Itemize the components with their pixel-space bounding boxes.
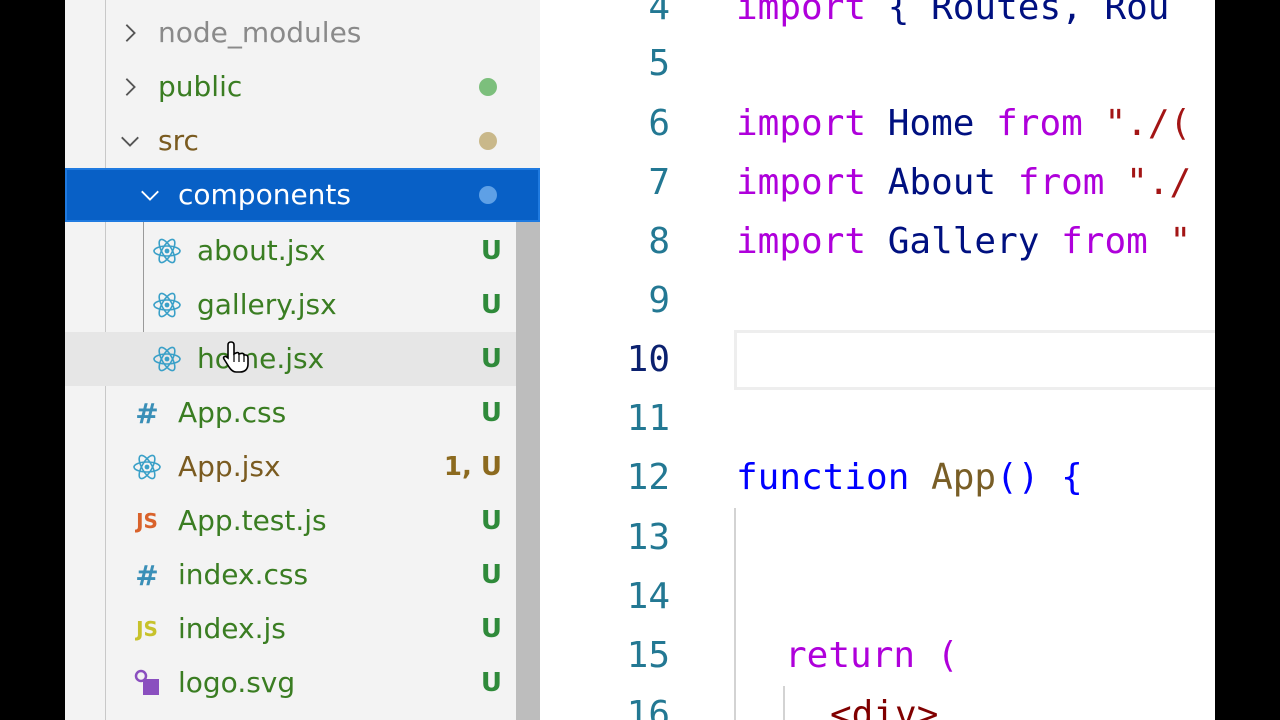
git-status: U bbox=[480, 560, 502, 590]
code-line-7: import About from "./ bbox=[736, 162, 1192, 203]
react-icon bbox=[150, 278, 184, 332]
css-hash-icon: # bbox=[135, 396, 159, 430]
tree-item-node-modules[interactable]: node_modules bbox=[65, 6, 540, 60]
hand-cursor-icon bbox=[222, 340, 250, 374]
code-line-15: return ( bbox=[785, 635, 959, 676]
line-number: 15 bbox=[626, 635, 670, 676]
right-letterbox bbox=[1215, 0, 1280, 720]
svg-shapes-icon bbox=[130, 656, 164, 710]
tree-item-public[interactable]: public bbox=[65, 60, 540, 114]
line-number: 13 bbox=[626, 517, 670, 558]
line-number: 4 bbox=[648, 0, 670, 28]
current-line-highlight bbox=[734, 330, 1215, 390]
tree-item-index-css[interactable]: # index.css U bbox=[65, 548, 540, 602]
tree-item-app-jsx[interactable]: App.jsx 1, U bbox=[65, 440, 540, 494]
line-number: 7 bbox=[648, 162, 670, 203]
explorer-scrollbar[interactable] bbox=[516, 222, 540, 720]
git-status-dot bbox=[479, 78, 497, 96]
line-number: 14 bbox=[626, 576, 670, 617]
chevron-right-icon bbox=[115, 6, 145, 60]
tree-item-label: home.jsx bbox=[197, 342, 325, 375]
tree-item-label: App.css bbox=[178, 396, 287, 429]
line-number: 12 bbox=[626, 457, 670, 498]
react-icon bbox=[130, 440, 164, 494]
js-icon: JS bbox=[136, 509, 158, 533]
tree-item-src[interactable]: src bbox=[65, 114, 540, 168]
css-hash-icon: # bbox=[135, 558, 159, 592]
tree-item-gallery-jsx[interactable]: gallery.jsx U bbox=[65, 278, 540, 332]
chevron-down-icon bbox=[115, 114, 145, 168]
line-number: 9 bbox=[648, 280, 670, 321]
react-icon bbox=[150, 224, 184, 278]
code-line-6: import Home from "./( bbox=[736, 103, 1192, 144]
line-number: 6 bbox=[648, 103, 670, 144]
tree-item-app-test-js[interactable]: JS App.test.js U bbox=[65, 494, 540, 548]
tree-item-label: index.js bbox=[178, 612, 286, 645]
tree-item-app-css[interactable]: # App.css U bbox=[65, 386, 540, 440]
chevron-right-icon bbox=[115, 60, 145, 114]
tree-item-label: components bbox=[178, 178, 351, 211]
line-number: 8 bbox=[648, 221, 670, 262]
tree-item-label: index.css bbox=[178, 558, 309, 591]
git-status-dot bbox=[479, 132, 497, 150]
tree-item-label: gallery.jsx bbox=[197, 288, 337, 321]
tree-item-label: about.jsx bbox=[197, 234, 326, 267]
line-number-active: 10 bbox=[626, 339, 670, 380]
tree-item-components[interactable]: components bbox=[65, 168, 540, 222]
tree-item-label: App.test.js bbox=[178, 504, 327, 537]
line-number: 11 bbox=[626, 398, 670, 439]
tree-item-label: App.jsx bbox=[178, 450, 281, 483]
tree-item-label: logo.svg bbox=[178, 666, 296, 699]
git-status: U bbox=[480, 614, 502, 644]
code-editor[interactable]: 4 5 6 7 8 9 10 11 12 13 14 15 16 import … bbox=[540, 0, 1215, 720]
tree-item-logo-svg[interactable]: logo.svg U bbox=[65, 656, 540, 710]
react-icon bbox=[150, 332, 184, 386]
git-status: U bbox=[480, 506, 502, 536]
git-status: U bbox=[480, 344, 502, 374]
chevron-down-icon bbox=[135, 168, 165, 222]
line-number: 16 bbox=[626, 694, 670, 720]
left-letterbox bbox=[0, 0, 65, 720]
git-status: U bbox=[480, 236, 502, 266]
js-icon: JS bbox=[136, 617, 158, 641]
tree-item-about-jsx[interactable]: about.jsx U bbox=[65, 224, 540, 278]
code-line-16: <div> bbox=[830, 694, 939, 720]
tree-item-label: public bbox=[158, 70, 243, 103]
tree-item-index-js[interactable]: JS index.js U bbox=[65, 602, 540, 656]
explorer-sidebar: node_modules public src components about… bbox=[65, 0, 540, 720]
git-status: U bbox=[480, 668, 502, 698]
git-status: U bbox=[480, 398, 502, 428]
git-status: U bbox=[480, 290, 502, 320]
code-line-12: function App() { bbox=[736, 457, 1083, 498]
tree-item-label: src bbox=[158, 124, 199, 157]
line-number: 5 bbox=[648, 43, 670, 84]
indent-guide bbox=[734, 508, 736, 720]
git-status-dot bbox=[479, 186, 497, 204]
code-line-8: import Gallery from " bbox=[736, 221, 1192, 262]
git-status: 1, U bbox=[443, 452, 502, 482]
code-line-4: import { Routes, Rou bbox=[736, 0, 1170, 28]
tree-item-label: node_modules bbox=[158, 16, 362, 49]
tree-item-home-jsx[interactable]: home.jsx U bbox=[65, 332, 540, 386]
indent-guide bbox=[783, 686, 785, 720]
